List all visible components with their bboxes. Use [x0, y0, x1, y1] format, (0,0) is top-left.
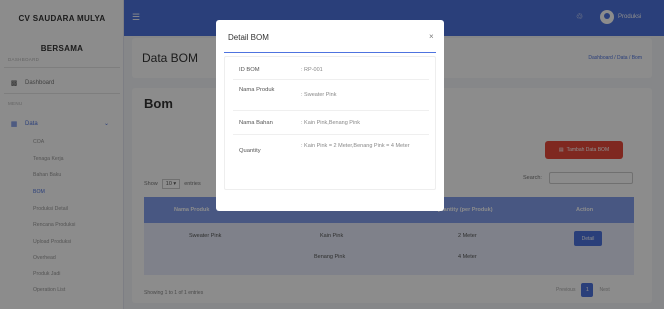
- detail-label-quantity: Quantity: [239, 148, 261, 154]
- detail-label-nama-bahan: Nama Bahan: [239, 120, 273, 126]
- detail-value-nama-bahan: : Kain Pink,Benang Pink: [301, 120, 361, 126]
- detail-value-id-bom: : RP-001: [301, 67, 323, 73]
- modal-title: Detail BOM: [228, 33, 269, 42]
- detail-list: ID BOM : RP-001 Nama Produk : Sweater Pi…: [224, 56, 436, 190]
- detail-divider: [233, 79, 429, 80]
- detail-value-quantity: : Kain Pink = 2 Meter,Benang Pink = 4 Me…: [301, 143, 410, 149]
- close-icon[interactable]: ×: [429, 32, 434, 41]
- detail-value-nama-produk: : Sweater Pink: [301, 92, 337, 98]
- detail-divider: [233, 110, 429, 111]
- detail-divider: [233, 134, 429, 135]
- detail-label-id-bom: ID BOM: [239, 67, 260, 73]
- detail-bom-modal: Detail BOM × ID BOM : RP-001 Nama Produk…: [216, 20, 444, 211]
- detail-label-nama-produk: Nama Produk: [239, 87, 275, 93]
- modal-divider: [224, 52, 436, 53]
